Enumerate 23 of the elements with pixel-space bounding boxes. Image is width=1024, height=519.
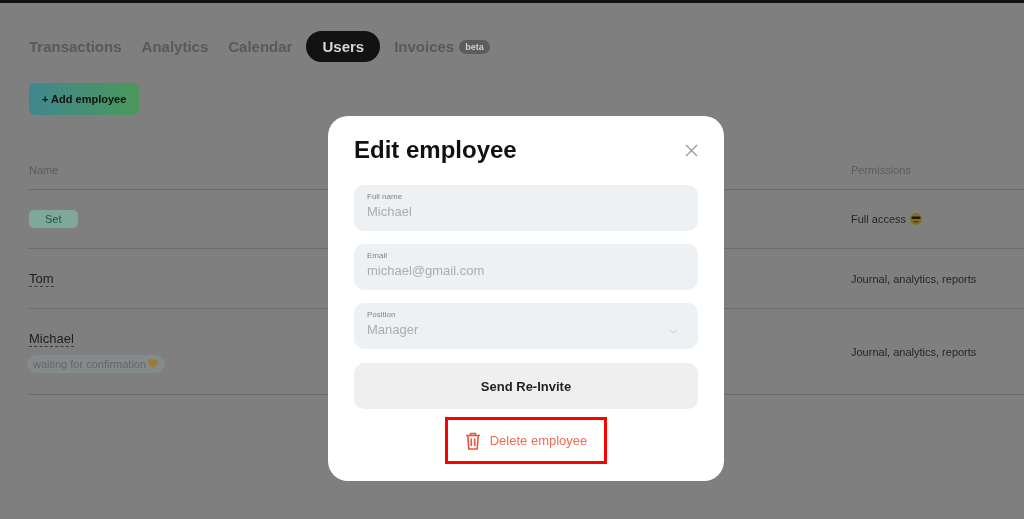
select-field[interactable]: Position Manager bbox=[354, 303, 698, 349]
permissions-text: Journal, analytics, reports bbox=[851, 272, 977, 285]
dialog-title: Edit employee bbox=[354, 136, 517, 164]
beta-badge: beta bbox=[459, 39, 490, 54]
field-value: Manager bbox=[367, 322, 419, 337]
close-icon[interactable] bbox=[685, 143, 698, 157]
employee-name[interactable]: Michael bbox=[29, 330, 74, 347]
input-field[interactable]: Full name Michael bbox=[354, 185, 698, 231]
field-label: Full name bbox=[367, 192, 403, 201]
tab[interactable]: Users bbox=[306, 31, 381, 62]
field-value: Michael bbox=[367, 204, 412, 219]
field-value: michael@gmail.com bbox=[367, 263, 485, 278]
employee-name[interactable]: Tom bbox=[29, 270, 54, 287]
trash-icon bbox=[464, 431, 481, 450]
field-label: Position bbox=[367, 310, 396, 319]
field-label: Email bbox=[367, 251, 387, 260]
send-reinvite-button[interactable]: Send Re-Invite bbox=[354, 363, 698, 409]
permissions-text: Journal, analytics, reports bbox=[851, 345, 977, 358]
delete-button[interactable]: Delete employee bbox=[444, 417, 608, 464]
permissions-text: Full access bbox=[851, 213, 907, 225]
add-employee-button[interactable]: + Add employee bbox=[29, 83, 140, 115]
name-tag: Set bbox=[29, 210, 78, 228]
input-field[interactable]: Email michael@gmail.com bbox=[354, 244, 698, 290]
